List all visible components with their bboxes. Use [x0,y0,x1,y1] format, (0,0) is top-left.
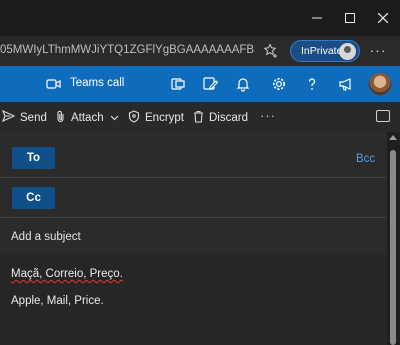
body-line-1: Maçã, Correio, Preço. [11,268,123,280]
cc-button[interactable]: Cc [12,187,55,209]
maximize-icon[interactable] [335,6,365,30]
shield-icon [128,110,140,126]
megaphone-icon[interactable] [336,75,356,93]
send-button[interactable]: Send [1,109,47,125]
discard-button[interactable]: Discard [193,110,248,126]
video-icon[interactable] [44,75,64,93]
more-options-icon[interactable]: ··· [260,108,276,123]
compose-toolbar: Send Attach Encrypt Discard ··· [0,102,400,132]
edit-icon[interactable] [200,75,220,93]
bcc-link[interactable]: Bcc [356,153,375,165]
scroll-up-icon[interactable] [389,135,397,140]
body-line-2: Apple, Mail, Price. [11,295,104,307]
gear-icon[interactable] [269,75,289,93]
to-button[interactable]: To [12,147,55,169]
scrollbar-thumb[interactable] [390,150,396,345]
subject-input[interactable]: Add a subject [11,231,81,243]
divider [0,217,387,218]
attach-button[interactable]: Attach [56,110,119,126]
chevron-down-icon[interactable] [110,112,119,124]
outlook-header: Teams call [0,66,400,102]
send-icon [1,109,16,125]
divider [0,177,387,178]
more-icon[interactable]: ··· [368,42,388,60]
discard-label: Discard [209,112,248,124]
inprivate-label: InPrivate [301,45,343,57]
trash-icon [193,110,204,126]
bell-icon[interactable] [233,75,253,93]
avatar[interactable] [368,72,392,96]
inprivate-button[interactable]: InPrivate [290,40,360,62]
profile-icon [339,43,356,60]
office-icon[interactable] [168,75,188,93]
close-icon[interactable] [368,6,398,30]
minimize-icon[interactable] [302,6,332,30]
popout-icon[interactable] [376,110,390,122]
help-icon[interactable] [302,75,322,93]
teams-call-button[interactable]: Teams call [70,77,124,89]
encrypt-label: Encrypt [145,112,184,124]
url-field[interactable]: 05MWIyLThmMWJiYTQ1ZGFlYgBGAAAAAAAFB3%2F1… [0,44,255,56]
paperclip-icon [56,110,66,126]
send-label: Send [20,111,47,124]
window-titlebar [0,0,400,36]
address-bar: 05MWIyLThmMWJiYTQ1ZGFlYgBGAAAAAAAFB3%2F1… [0,36,400,66]
favorite-icon[interactable] [262,42,280,60]
encrypt-button[interactable]: Encrypt [128,110,184,126]
attach-label: Attach [71,112,104,124]
